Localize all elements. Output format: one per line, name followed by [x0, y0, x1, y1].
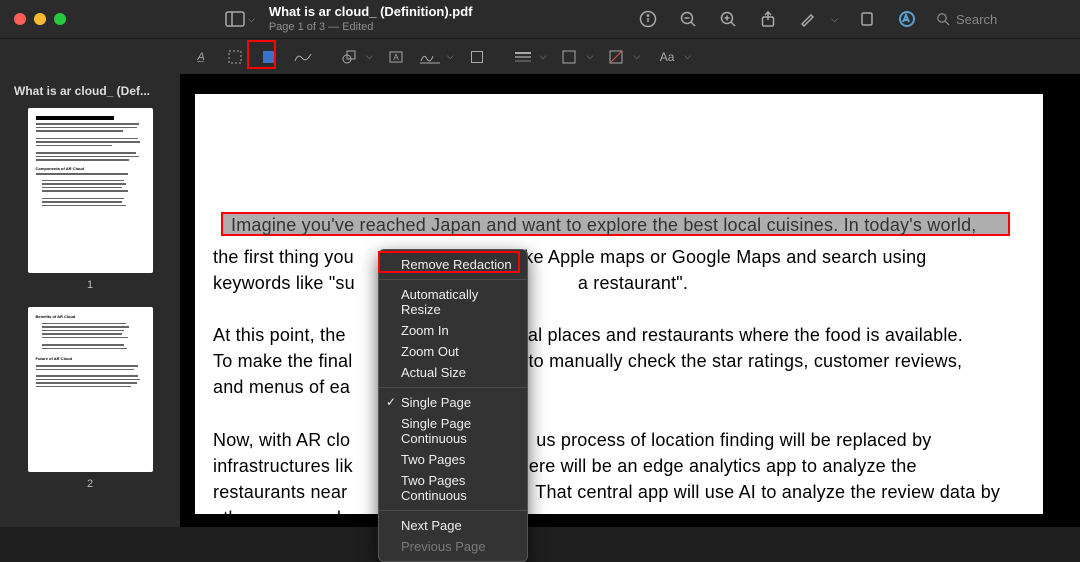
content-area: Imagine you've reached Japan and want to…	[180, 74, 1080, 527]
tool-note-icon[interactable]	[466, 46, 488, 68]
tool-text-icon[interactable]: A̲	[190, 46, 212, 68]
tool-border-color-icon[interactable]	[558, 46, 580, 68]
window-minimize-button[interactable]	[34, 13, 46, 25]
window-close-button[interactable]	[14, 13, 26, 25]
menu-two-pages[interactable]: Two Pages	[379, 449, 527, 470]
paragraph-2: At this point, theral places and restaur…	[213, 322, 1025, 400]
tool-stroke-icon[interactable]	[512, 46, 534, 68]
window-zoom-button[interactable]	[54, 13, 66, 25]
check-icon: ✓	[386, 395, 396, 409]
markup-icon[interactable]	[896, 8, 918, 30]
zoom-out-icon[interactable]	[677, 8, 699, 30]
tool-selection-icon[interactable]	[224, 46, 246, 68]
chevron-down-icon[interactable]: ⌵	[633, 51, 640, 62]
title-tools: ⌵ Search	[637, 0, 1066, 38]
sidebar-toggle-button[interactable]	[224, 8, 246, 30]
document-title: What is ar cloud_ (Definition).pdf	[269, 5, 473, 20]
menu-separator	[379, 279, 527, 280]
tool-textbox-icon[interactable]: A	[385, 46, 407, 68]
tool-font-icon[interactable]: Aa	[656, 46, 678, 68]
thumbnail-number-1: 1	[87, 279, 93, 291]
chevron-down-icon[interactable]: ⌵	[540, 51, 547, 62]
menu-auto-resize[interactable]: Automatically Resize	[379, 284, 527, 320]
zoom-in-icon[interactable]	[717, 8, 739, 30]
chevron-down-icon[interactable]: ⌵	[447, 51, 454, 62]
menu-single-page-continuous[interactable]: Single Page Continuous	[379, 413, 527, 449]
chevron-down-icon[interactable]: ⌵	[586, 51, 593, 62]
pdf-page[interactable]: Imagine you've reached Japan and want to…	[195, 94, 1043, 514]
tool-shapes-icon[interactable]	[338, 46, 360, 68]
menu-two-pages-continuous[interactable]: Two Pages Continuous	[379, 470, 527, 506]
annotation-highlight-tool	[247, 40, 276, 69]
thumbnail-2[interactable]: Benefits of AR Cloud Future of AR Cloud …	[14, 307, 166, 490]
info-icon[interactable]	[637, 8, 659, 30]
menu-separator	[379, 387, 527, 388]
search-field[interactable]: Search	[936, 12, 1066, 27]
rotate-icon[interactable]	[856, 8, 878, 30]
tool-fill-color-icon[interactable]	[605, 46, 627, 68]
titlebar: ⌵ What is ar cloud_ (Definition).pdf Pag…	[0, 0, 1080, 38]
tool-sign-icon[interactable]	[419, 46, 441, 68]
thumbnail-number-2: 2	[87, 478, 93, 490]
chevron-down-icon[interactable]: ⌵	[248, 14, 255, 25]
sidebar-title: What is ar cloud_ (Def...	[14, 84, 166, 98]
menu-remove-redaction[interactable]: Remove Redaction	[379, 254, 527, 275]
menu-previous-page: Previous Page	[379, 536, 527, 557]
chevron-down-icon[interactable]: ⌵	[366, 51, 373, 62]
context-menu: Remove Redaction Automatically Resize Zo…	[378, 249, 528, 562]
traffic-lights	[14, 13, 66, 25]
menu-single-page[interactable]: ✓Single Page	[379, 392, 527, 413]
tool-sketch-icon[interactable]	[292, 46, 314, 68]
menu-actual-size[interactable]: Actual Size	[379, 362, 527, 383]
svg-text:A: A	[393, 53, 399, 62]
redaction-highlight[interactable]: Imagine you've reached Japan and want to…	[221, 212, 1010, 236]
search-placeholder: Search	[956, 12, 997, 27]
menu-separator	[379, 510, 527, 511]
share-icon[interactable]	[757, 8, 779, 30]
menu-zoom-out[interactable]: Zoom Out	[379, 341, 527, 362]
menu-next-page[interactable]: Next Page	[379, 515, 527, 536]
chevron-down-icon[interactable]: ⌵	[684, 51, 691, 62]
thumbnail-1[interactable]: Components of AR Cloud 1	[14, 108, 166, 291]
menu-zoom-in[interactable]: Zoom In	[379, 320, 527, 341]
document-subtitle: Page 1 of 3 — Edited	[269, 21, 473, 34]
title-wrap: What is ar cloud_ (Definition).pdf Page …	[269, 5, 473, 34]
highlight-icon[interactable]	[797, 8, 819, 30]
paragraph-3: Now, with AR clous process of location f…	[213, 427, 1025, 527]
chevron-down-icon[interactable]: ⌵	[831, 14, 838, 25]
thumbnail-sidebar: What is ar cloud_ (Def... Components of …	[0, 74, 180, 527]
markup-toolbar: A̲ ⌵ A ⌵ ⌵ ⌵ ⌵ Aa ⌵	[0, 38, 1080, 74]
